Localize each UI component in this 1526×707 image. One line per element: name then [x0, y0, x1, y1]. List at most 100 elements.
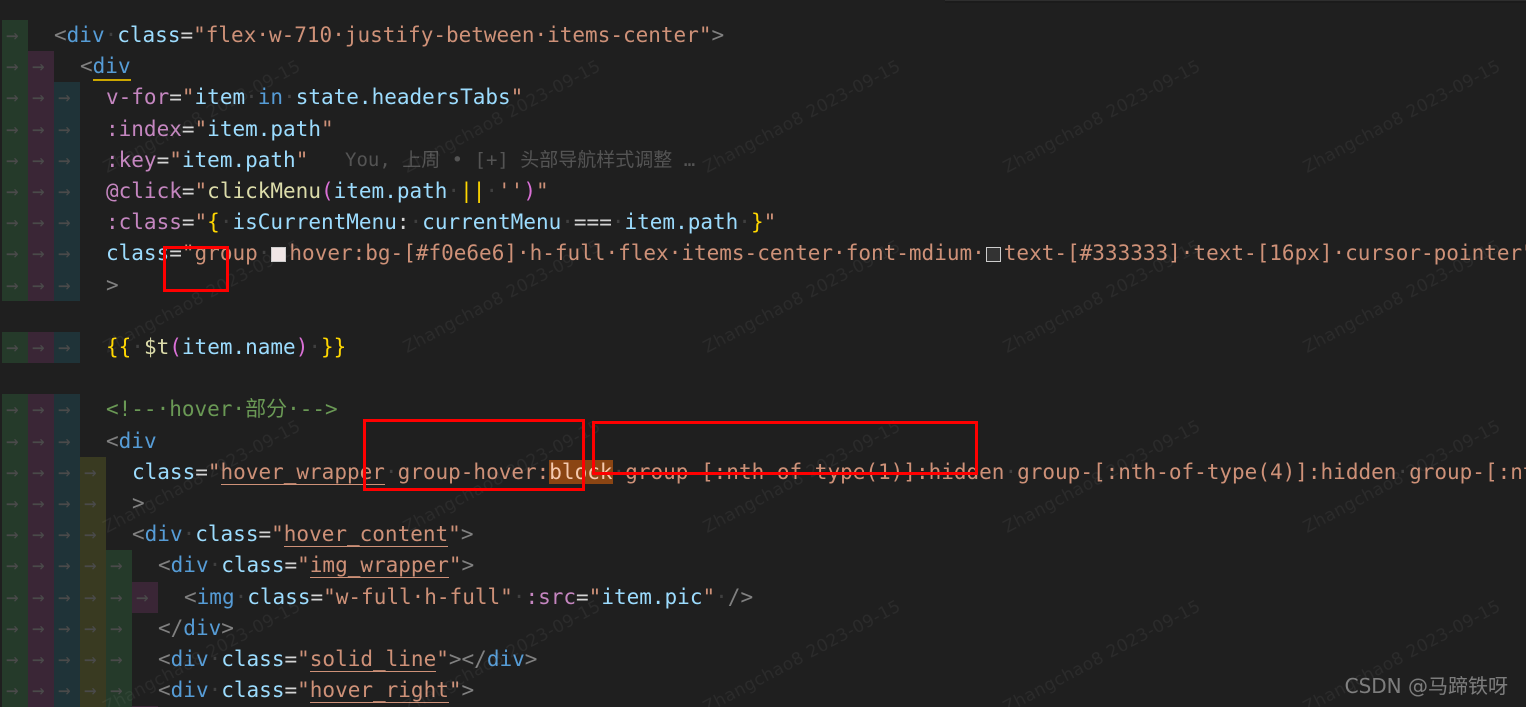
group-hover-token: group-hover:: [397, 459, 550, 484]
code-line[interactable]: → → → v-for="item·in·state.headersTabs": [0, 82, 1526, 113]
whitespace-arrow-icon: →: [58, 428, 71, 453]
whitespace-arrow-icon: →: [84, 584, 97, 609]
code-line-text: :key="item.path": [106, 147, 309, 172]
whitespace-arrow-icon: →: [58, 553, 71, 578]
code-line[interactable]: → → →:index="item.path": [0, 114, 1526, 145]
code-line[interactable]: → → → >: [0, 270, 1526, 301]
whitespace-arrow-icon: →: [84, 491, 97, 515]
whitespace-arrow-icon: →: [6, 241, 19, 266]
whitespace-arrow-icon: →: [110, 615, 123, 640]
code-line[interactable]: → → → @click="clickMenu(item.path·||·'')": [0, 176, 1526, 207]
whitespace-arrow-icon: →: [84, 522, 97, 547]
whitespace-arrow-icon: →: [58, 647, 71, 671]
whitespace-arrow-icon: →: [6, 678, 19, 703]
whitespace-arrow-icon: →: [6, 272, 19, 297]
code-line[interactable]: → → → → → → <img·class="w-full·h-full"·:src="i…: [0, 582, 1526, 613]
code-line[interactable]: → → → → → </div>: [0, 613, 1526, 644]
block-highlight: block: [549, 459, 613, 484]
whitespace-arrow-icon: →: [58, 147, 71, 172]
whitespace-arrow-icon: →: [84, 615, 97, 640]
whitespace-arrow-icon: →: [84, 647, 97, 671]
whitespace-arrow-icon: →: [32, 678, 45, 703]
nth-of-type-truncated-token: group-[:nth-: [1409, 459, 1526, 484]
whitespace-arrow-icon: →: [6, 459, 19, 484]
whitespace-arrow-icon: →: [6, 54, 19, 79]
whitespace-arrow-icon: →: [6, 179, 19, 203]
code-line-text: v-for="item·in·state.headersTabs": [106, 85, 524, 110]
whitespace-arrow-icon: →: [58, 210, 71, 235]
code-line[interactable]: → → → → class="hover_wrapper·group-hover:blo…: [0, 457, 1526, 488]
code-line[interactable]: → → → {{·$t(item.name)·}}: [0, 332, 1526, 363]
whitespace-arrow-icon: →: [6, 335, 19, 359]
whitespace-arrow-icon: →: [84, 459, 97, 484]
code-line[interactable]: [0, 363, 1526, 394]
whitespace-arrow-icon: →: [58, 335, 71, 359]
code-line[interactable]: → → → <!--·hover·部分·-->: [0, 394, 1526, 425]
whitespace-arrow-icon: →: [32, 272, 45, 297]
whitespace-arrow-icon: →: [110, 647, 123, 671]
code-line[interactable]: → → → → → <div·class="img_wrapper">: [0, 550, 1526, 581]
code-line[interactable]: → → <div: [0, 51, 1526, 82]
whitespace-arrow-icon: →: [6, 85, 19, 110]
whitespace-arrow-icon: →: [6, 584, 19, 609]
code-line-text: {{·$t(item.name)·}}: [106, 335, 347, 359]
code-line[interactable]: → → →:class="{·isCurrentMenu:·currentMenu·…: [0, 207, 1526, 238]
code-line-text: <div·class="img_wrapper">: [158, 553, 475, 579]
hover-wrapper-token: hover_wrapper: [220, 459, 385, 485]
code-line[interactable]: → → → → → <div·class="solid_line"></div>: [0, 644, 1526, 675]
whitespace-arrow-icon: →: [32, 491, 45, 515]
whitespace-arrow-icon: →: [32, 553, 45, 578]
whitespace-arrow-icon: →: [6, 522, 19, 547]
code-line-text: <img·class="w-full·h-full"·:src="item.pi…: [184, 584, 754, 609]
code-line[interactable]: → → →:key="item.path" You, 上周 • [+] 头部导航样式调…: [0, 145, 1526, 176]
whitespace-arrow-icon: →: [32, 54, 45, 79]
git-blame-annotation[interactable]: You, 上周 • [+] 头部导航样式调整 …: [345, 145, 695, 176]
whitespace-arrow-icon: →: [32, 428, 45, 453]
nth-of-type-1-token: group-[:nth-of-type(1)]:hidden: [625, 459, 1005, 484]
code-line-text: <div·class="hover_content">: [132, 522, 474, 548]
code-line[interactable]: → → → → → <div·class="hover_right">: [0, 675, 1526, 706]
code-line-text: <!--·hover·部分·-->: [106, 397, 338, 422]
code-line-text: >: [132, 491, 145, 515]
code-content[interactable]: → <div·class="flex·w-710·justify-between·…: [0, 0, 1526, 707]
whitespace-arrow-icon: →: [136, 584, 149, 609]
whitespace-arrow-icon: →: [32, 241, 45, 266]
code-line[interactable]: [0, 301, 1526, 332]
whitespace-arrow-icon: →: [84, 553, 97, 578]
code-line-text: <div·class="hover_right">: [158, 678, 475, 704]
whitespace-arrow-icon: →: [58, 116, 71, 141]
code-line-text: >: [106, 272, 119, 297]
whitespace-arrow-icon: →: [32, 647, 45, 671]
whitespace-arrow-icon: →: [110, 553, 123, 578]
whitespace-arrow-icon: →: [32, 397, 45, 422]
whitespace-arrow-icon: →: [6, 210, 19, 235]
whitespace-arrow-icon: →: [84, 678, 97, 703]
whitespace-arrow-icon: →: [6, 147, 19, 172]
code-line[interactable]: → → → class="group· hover:bg-[#f0e6e6]·h-ful…: [0, 238, 1526, 269]
code-line[interactable]: → → → → >: [0, 488, 1526, 519]
whitespace-arrow-icon: →: [58, 179, 71, 203]
whitespace-arrow-icon: →: [58, 678, 71, 703]
whitespace-arrow-icon: →: [58, 241, 71, 266]
color-swatch-hover-bg: [271, 247, 287, 263]
code-line-text: <div: [106, 428, 157, 453]
whitespace-arrow-icon: →: [58, 85, 71, 110]
whitespace-arrow-icon: →: [58, 615, 71, 640]
whitespace-arrow-icon: →: [32, 210, 45, 235]
code-line[interactable]: → → → → <div·class="hover_content">: [0, 519, 1526, 550]
whitespace-arrow-icon: →: [32, 179, 45, 203]
code-editor[interactable]: → <div·class="flex·w-710·justify-between·…: [0, 0, 1526, 707]
whitespace-arrow-icon: →: [6, 116, 19, 141]
code-line[interactable]: → <div·class="flex·w-710·justify-between·…: [0, 20, 1526, 51]
whitespace-arrow-icon: →: [32, 335, 45, 359]
whitespace-arrow-icon: →: [6, 615, 19, 640]
whitespace-arrow-icon: →: [6, 23, 19, 47]
code-line-text: <div: [80, 51, 131, 82]
whitespace-arrow-icon: →: [58, 584, 71, 609]
nth-of-type-4-token: group-[:nth-of-type(4)]:hidden: [1017, 459, 1397, 484]
whitespace-arrow-icon: →: [6, 397, 19, 422]
code-line-text: @click="clickMenu(item.path·||·'')": [106, 179, 549, 203]
whitespace-arrow-icon: →: [32, 116, 45, 141]
code-line[interactable]: → → → <div: [0, 426, 1526, 457]
whitespace-arrow-icon: →: [58, 272, 71, 297]
